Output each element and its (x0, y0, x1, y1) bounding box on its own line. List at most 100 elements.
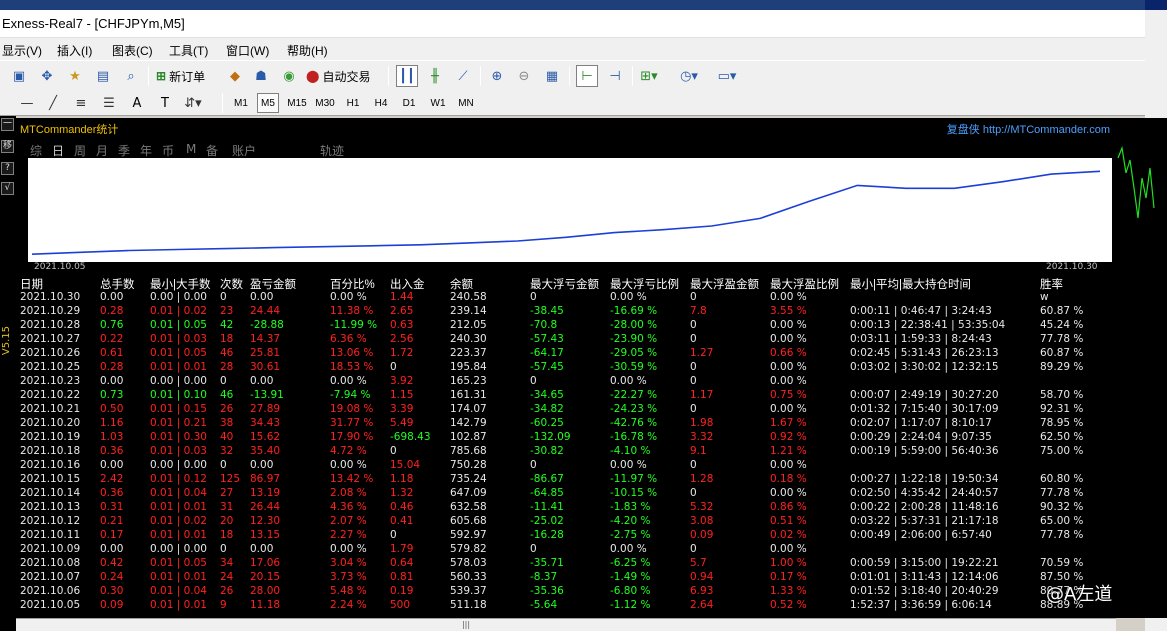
cell-col-date: 2021.10.26 (20, 347, 81, 359)
watermark: @A左道 (1046, 584, 1113, 605)
menu-chart[interactable]: 图表(C) (112, 42, 153, 59)
cell-col-max-float-profit: 5.7 (690, 557, 707, 569)
cell-col-pnl: 14.37 (250, 333, 281, 345)
menu-help[interactable]: 帮助(H) (287, 42, 328, 59)
market-watch-icon[interactable]: ◆ (224, 65, 246, 87)
cell-col-date: 2021.10.21 (20, 403, 81, 415)
candle-chart-icon[interactable]: ╫ (424, 65, 446, 87)
arrows-icon[interactable]: ⇵▾ (182, 92, 204, 114)
cell-col-max-float-loss: 0 (530, 459, 537, 471)
horizontal-scrollbar[interactable]: ||| (16, 618, 1116, 631)
search-window-icon[interactable]: ⌕ (120, 65, 142, 87)
timeframe-m5[interactable]: M5 (257, 93, 279, 113)
tab-week[interactable]: 周 (74, 142, 86, 159)
signal-icon[interactable]: ◉ (278, 65, 300, 87)
cell-col-deposit: 0.41 (390, 515, 414, 527)
favorites-icon[interactable]: ★ (64, 65, 86, 87)
cell-col-max-float-loss-pct: -11.97 % (610, 473, 658, 485)
auto-trade-button[interactable]: ⬤ 自动交易 (306, 65, 370, 87)
timeframe-mn[interactable]: MN (454, 93, 478, 113)
text-tool[interactable]: A (126, 92, 148, 114)
toolbar-separator (148, 66, 149, 86)
timeframe-m1[interactable]: M1 (230, 93, 252, 113)
tab-currency[interactable]: 币 (162, 142, 174, 159)
zoom-in-icon[interactable]: ⊕ (486, 65, 508, 87)
tab-overview[interactable]: 综 (30, 142, 42, 159)
periods-icon[interactable]: ◷▾ (678, 65, 700, 87)
cell-col-max-float-loss-pct: -22.27 % (610, 389, 658, 401)
tab-magic[interactable]: M (186, 142, 196, 156)
cell-col-winrate: 77.78 % (1040, 333, 1084, 345)
cell-col-lots: 1.03 (100, 431, 124, 443)
new-order-button[interactable]: ⊞ 新订单 (156, 65, 205, 87)
timeframe-d1[interactable]: D1 (398, 93, 420, 113)
cell-col-date: 2021.10.20 (20, 417, 81, 429)
collapse-button[interactable]: 一 (1, 118, 14, 131)
toolbar-separator (569, 66, 570, 86)
cell-col-count: 38 (220, 417, 234, 429)
tile-windows-icon[interactable]: ▦ (541, 65, 563, 87)
bar-chart-icon[interactable]: ┃┃ (396, 65, 418, 87)
auto-scroll-icon[interactable]: ⊢ (576, 65, 598, 87)
cell-col-max-float-loss-pct: -6.80 % (610, 585, 651, 597)
cell-col-min-max-lots: 0.01 | 0.03 (150, 445, 207, 457)
move-button[interactable]: 移 (1, 140, 14, 153)
cell-col-deposit: 1.15 (390, 389, 414, 401)
cell-col-percent: 0.00 % (330, 291, 367, 303)
crosshair-move-icon[interactable]: ✥ (36, 65, 58, 87)
indicators-icon[interactable]: ⊞▾ (638, 65, 660, 87)
cell-col-hold-time: 0:00:19 | 5:59:00 | 56:40:36 (850, 445, 999, 457)
equidistant-channel-icon[interactable]: ≡ (70, 92, 92, 114)
tab-trajectory[interactable]: 轨迹 (320, 142, 344, 159)
cell-col-percent: 18.53 % (330, 361, 374, 373)
balance-chart (28, 158, 1112, 262)
brand-name: 复盘侠 (946, 124, 980, 136)
menu-insert[interactable]: 插入(I) (57, 42, 92, 59)
timeframe-m30[interactable]: M30 (312, 93, 338, 113)
trendline-icon[interactable]: ╱ (42, 92, 64, 114)
cell-col-count: 18 (220, 333, 234, 345)
cell-col-max-float-profit-pct: 0.66 % (770, 347, 807, 359)
menu-view[interactable]: 显示(V) (2, 42, 42, 59)
panel-brand[interactable]: 复盘侠 http://MTCommander.com (947, 121, 1110, 137)
tab-year[interactable]: 年 (140, 142, 152, 159)
line-chart-icon[interactable]: ⟋ (452, 65, 474, 87)
horizontal-line-icon[interactable]: — (16, 92, 38, 114)
fibonacci-icon[interactable]: ☰ (98, 92, 120, 114)
menu-window[interactable]: 窗口(W) (226, 42, 269, 59)
cell-col-lots: 0.76 (100, 319, 124, 331)
cell-col-date: 2021.10.27 (20, 333, 81, 345)
timeframe-m15[interactable]: M15 (284, 93, 310, 113)
tab-quarter[interactable]: 季 (118, 142, 130, 159)
timeframe-w1[interactable]: W1 (426, 93, 450, 113)
tab-backup[interactable]: 备 (206, 142, 218, 159)
confirm-button[interactable]: √ (1, 182, 14, 195)
cell-col-max-float-loss-pct: -2.75 % (610, 529, 651, 541)
scrollbar-thumb[interactable]: ||| (456, 620, 476, 630)
cell-col-winrate: 60.80 % (1040, 473, 1084, 485)
new-chart-icon[interactable]: ▣ (8, 65, 30, 87)
tab-month[interactable]: 月 (96, 142, 108, 159)
cell-col-max-float-loss-pct: -4.10 % (610, 445, 651, 457)
timeframe-h4[interactable]: H4 (370, 93, 392, 113)
tab-day[interactable]: 日 (52, 142, 64, 159)
navigator-icon[interactable]: ▤ (92, 65, 114, 87)
table-row: 2021.10.30 0.00 0.00 | 0.00 0 0.00 0.00 % 1.44… (20, 290, 1116, 304)
cell-col-max-float-loss: -57.43 (530, 333, 564, 345)
cell-col-min-max-lots: 0.01 | 0.02 (150, 305, 207, 317)
help-button[interactable]: ? (1, 162, 14, 175)
tab-account[interactable]: 账户 (232, 142, 256, 159)
brand-url[interactable]: http://MTCommander.com (983, 124, 1110, 136)
menu-tools[interactable]: 工具(T) (169, 42, 208, 59)
cell-col-max-float-loss: -30.82 (530, 445, 564, 457)
cell-col-winrate: 75.00 % (1040, 445, 1084, 457)
chart-shift-icon[interactable]: ⊣ (604, 65, 626, 87)
templates-icon[interactable]: ▭▾ (716, 65, 738, 87)
cell-col-percent: 0.00 % (330, 375, 367, 387)
terminal-icon[interactable]: ☗ (250, 65, 272, 87)
zoom-out-icon[interactable]: ⊖ (513, 65, 535, 87)
cell-col-count: 28 (220, 361, 234, 373)
cell-col-deposit: 0.63 (390, 319, 414, 331)
timeframe-h1[interactable]: H1 (342, 93, 364, 113)
text-label-tool[interactable]: T (154, 92, 176, 114)
